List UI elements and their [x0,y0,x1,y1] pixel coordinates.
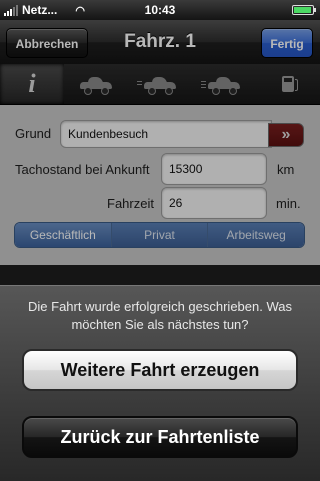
status-bar: Netz... ◠ 10:43 [0,0,320,20]
create-another-trip-button[interactable]: Weitere Fahrt erzeugen [22,349,298,391]
back-to-trip-list-button[interactable]: Zurück zur Fahrtenliste [22,416,298,458]
action-sheet-message: Die Fahrt wurde erfolgreich geschrieben.… [28,299,292,332]
modal-dim-overlay [0,20,320,285]
battery-icon [292,5,316,15]
status-time: 10:43 [144,3,176,17]
action-sheet: Die Fahrt wurde erfolgreich geschrieben.… [0,285,320,481]
